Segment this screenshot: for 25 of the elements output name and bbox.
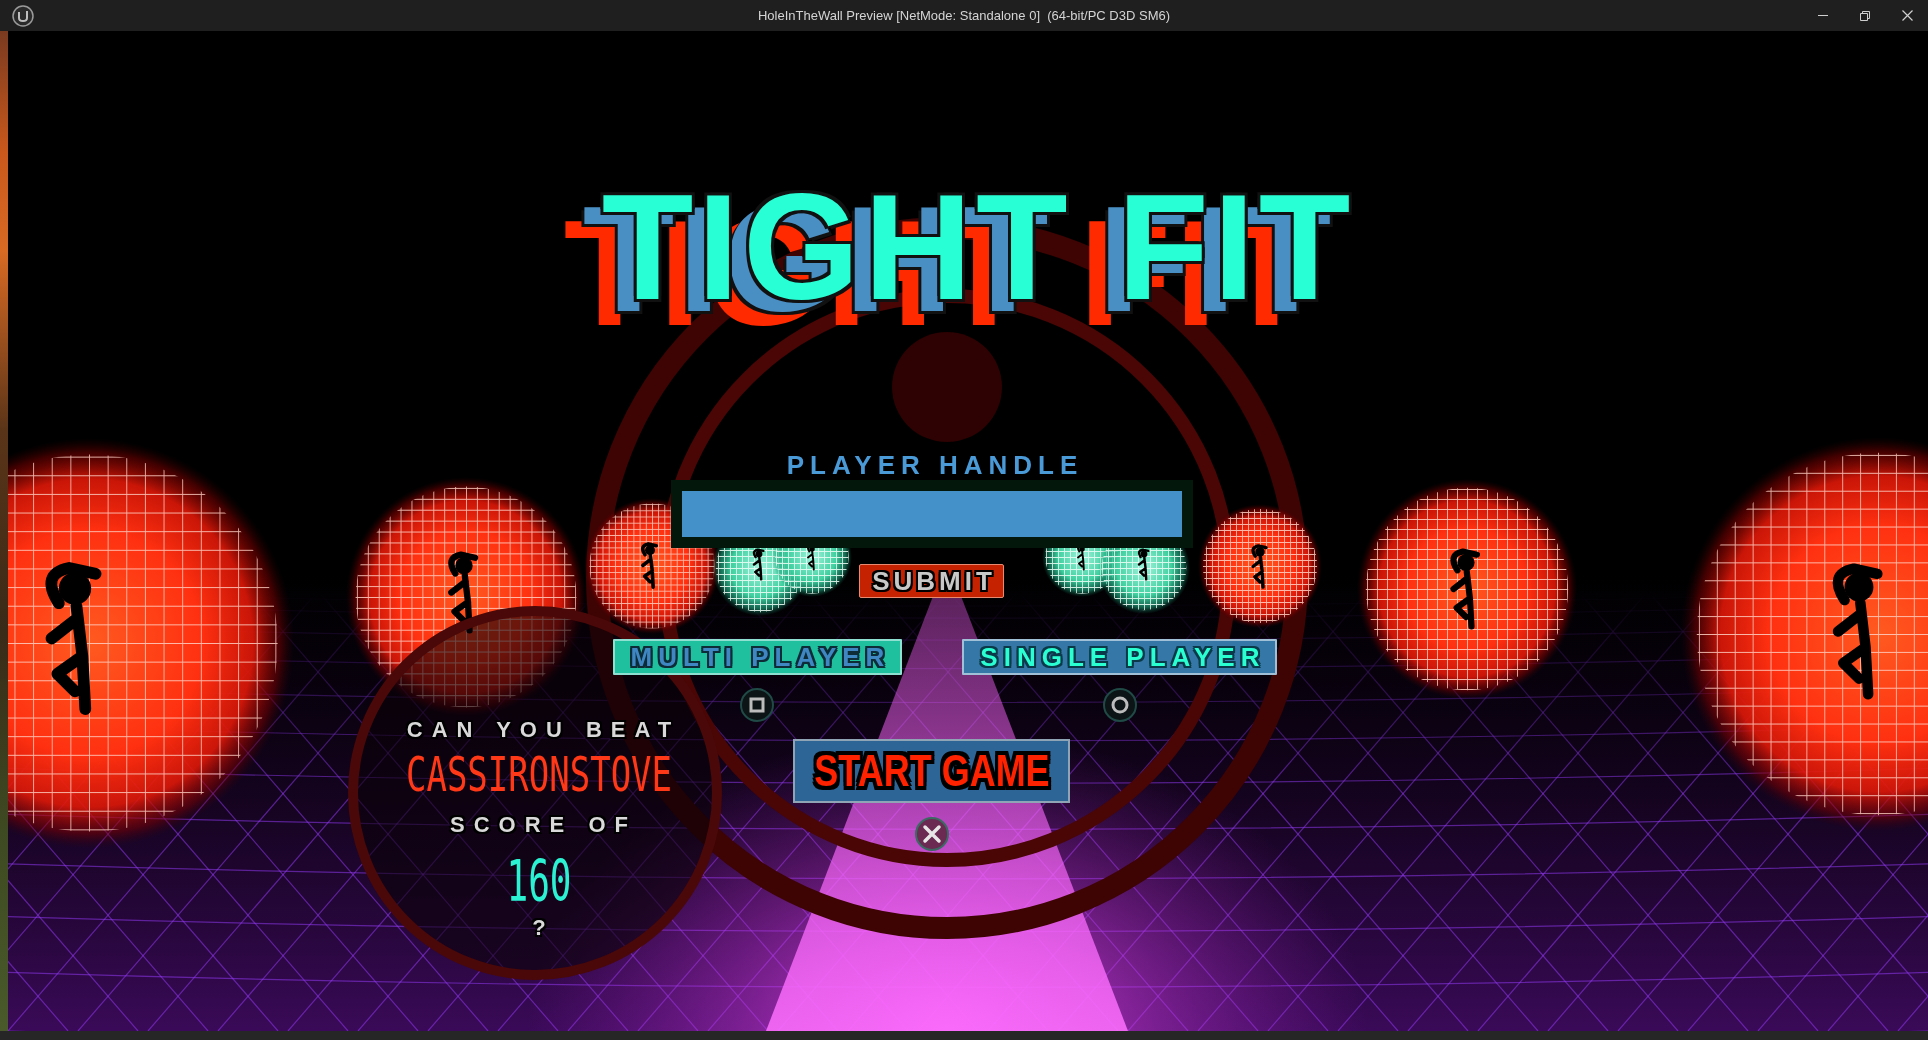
- stick-figure-icon: [1450, 548, 1481, 630]
- square-button-icon: [740, 688, 775, 722]
- stick-figure-icon: [448, 551, 479, 634]
- app-logo-icon: [12, 4, 34, 27]
- challenge-text: CAN YOU BEAT: [405, 719, 681, 741]
- stick-figure-icon: [1137, 548, 1150, 581]
- input-field[interactable]: [671, 480, 1193, 548]
- circle-button-icon: [1102, 688, 1137, 722]
- stick-figure-icon: [640, 542, 659, 589]
- minimize-icon: [1818, 15, 1828, 16]
- restore-icon: [1860, 10, 1870, 21]
- player-mode-button[interactable]: SINGLE PLAYER: [962, 639, 1278, 675]
- high-score: 160: [506, 853, 572, 911]
- cross-button-icon: [915, 817, 949, 851]
- window-title: HoleInTheWall Preview [NetMode: Standalone 0] (64-bit/PC D3D SM6): [757, 8, 1171, 23]
- question-mark: ?: [531, 917, 555, 939]
- score-label: SCORE OF: [449, 814, 637, 836]
- player-name: CASSIRONSTOVE: [405, 750, 673, 798]
- stick-figure-icon: [752, 548, 765, 581]
- submit-button[interactable]: SUBMIT: [859, 564, 1005, 598]
- stick-figure-icon: [1832, 563, 1883, 700]
- close-icon: [1901, 10, 1913, 21]
- stick-figure-icon: [1251, 544, 1268, 589]
- stick-figure-icon: [45, 562, 102, 715]
- field-label: PLAYER HANDLE: [785, 452, 1084, 478]
